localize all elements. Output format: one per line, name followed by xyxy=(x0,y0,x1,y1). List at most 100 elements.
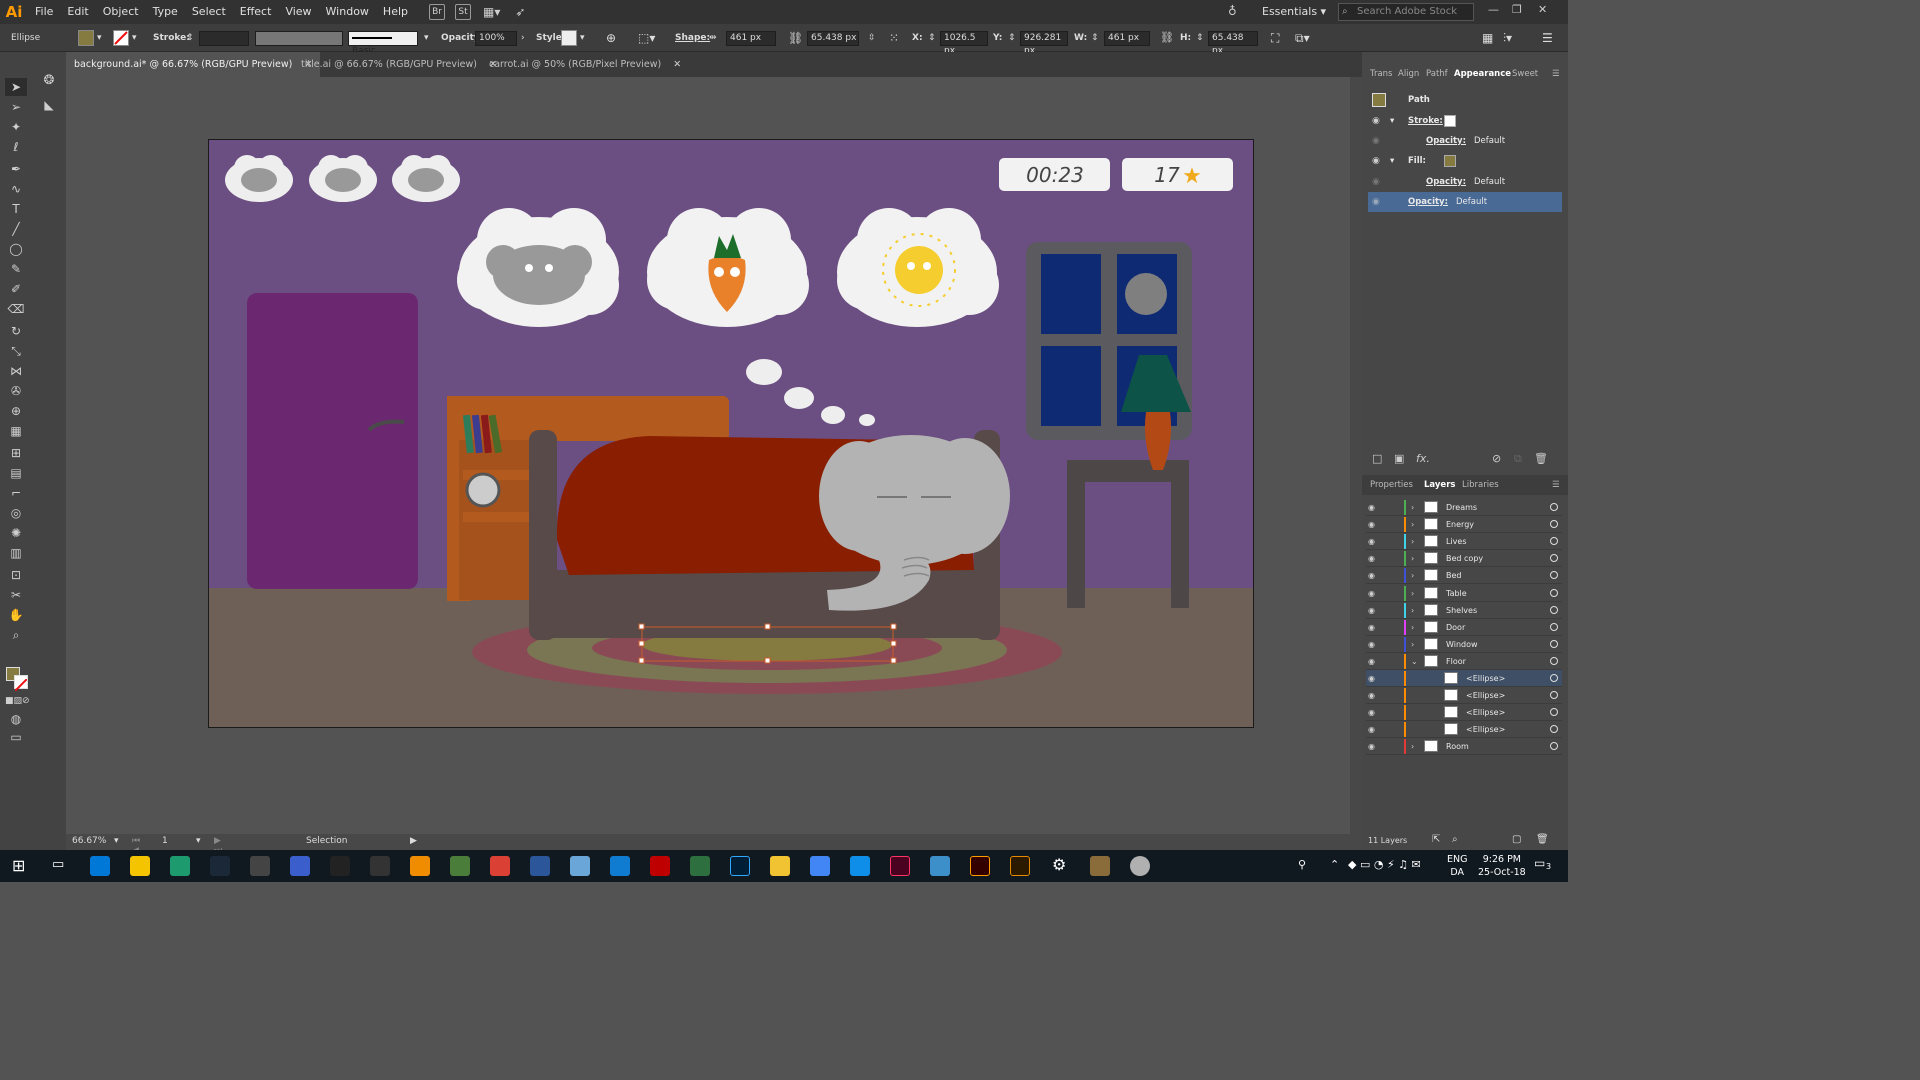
target-circle-icon[interactable] xyxy=(1550,674,1558,682)
chevron-right-icon[interactable]: › xyxy=(1411,499,1414,516)
tab-title[interactable]: title.ai @ 66.67% (RGB/GPU Preview) ✕ xyxy=(293,52,505,77)
menu-file[interactable]: File xyxy=(28,0,60,24)
settings-gear-icon[interactable]: ⚙ xyxy=(1052,855,1066,874)
y-field[interactable]: 926.281 px xyxy=(1020,31,1068,56)
stroke-label[interactable]: Stroke: xyxy=(1408,111,1443,131)
layer-row[interactable]: ◉ <Ellipse> xyxy=(1366,721,1562,739)
eyedropper-tool-icon[interactable]: ⌐ xyxy=(5,484,27,502)
tab-transform[interactable]: Trans xyxy=(1370,64,1392,84)
workspace-switcher[interactable]: Essentials ▾ xyxy=(1262,5,1326,18)
chevron-right-icon[interactable]: › xyxy=(1411,602,1414,619)
line-tool-icon[interactable]: ╱ xyxy=(5,220,27,238)
menu-view[interactable]: View xyxy=(278,0,318,24)
transform-icon[interactable]: ⛶ xyxy=(1271,24,1279,52)
lasso-tool-icon[interactable]: ℓ xyxy=(5,138,27,156)
tab-align[interactable]: Align xyxy=(1398,64,1419,84)
type-tool-icon[interactable]: T xyxy=(5,200,27,218)
panel-menu-icon[interactable]: ☰ xyxy=(1552,475,1560,495)
slice-tool-icon[interactable]: ✂ xyxy=(5,586,27,604)
layer-row[interactable]: ◉ › Window xyxy=(1366,636,1562,653)
clear-appearance-icon[interactable]: ⊘ xyxy=(1492,452,1501,465)
eye-icon[interactable]: ◉ xyxy=(1368,738,1375,755)
layer-row[interactable]: ◉ › Room xyxy=(1366,738,1562,756)
word-app-icon[interactable] xyxy=(530,856,550,876)
tab-background[interactable]: background.ai* @ 66.67% (RGB/GPU Preview… xyxy=(66,52,321,77)
todoist-app-icon[interactable] xyxy=(490,856,510,876)
people-icon[interactable]: ⚲ xyxy=(1298,858,1306,871)
symbol-sprayer-tool-icon[interactable]: ✺ xyxy=(5,524,27,542)
eye-icon[interactable]: ◉ xyxy=(1368,704,1375,721)
chevron-right-icon[interactable]: › xyxy=(1411,636,1414,653)
app-icon[interactable] xyxy=(330,856,350,876)
stroke-dropdown-icon[interactable]: ▾ xyxy=(132,24,137,52)
eye-icon[interactable]: ◉ xyxy=(1372,151,1380,171)
appearance-stroke-row[interactable]: ◉ ▾ Stroke: xyxy=(1368,111,1562,131)
app-icon[interactable] xyxy=(250,856,270,876)
eye-icon[interactable]: ◉ xyxy=(1368,585,1375,602)
tab-swatches[interactable]: Sweet xyxy=(1512,64,1538,84)
new-layer-icon[interactable]: ▢ xyxy=(1512,834,1521,845)
lightbulb-icon[interactable]: ♁ xyxy=(1228,4,1237,18)
indesign-app-icon[interactable] xyxy=(890,856,910,876)
target-circle-icon[interactable] xyxy=(1550,605,1558,614)
duplicate-item-icon[interactable]: ⧉ xyxy=(1514,452,1522,466)
scale-tool-icon[interactable]: ⤡ xyxy=(5,342,27,360)
h-stepper-icon[interactable]: ⇕ xyxy=(1196,24,1204,52)
app-icon[interactable] xyxy=(1090,856,1110,876)
opacity-expand-icon[interactable]: › xyxy=(521,24,525,52)
chevron-right-icon[interactable]: › xyxy=(1411,585,1414,602)
screen-mode-icon[interactable]: ▭ xyxy=(5,728,27,746)
fill-dropdown-icon[interactable]: ▾ xyxy=(97,24,102,52)
target-circle-icon[interactable] xyxy=(1550,691,1558,700)
calculator-app-icon[interactable] xyxy=(370,856,390,876)
add-stroke-icon[interactable]: □ xyxy=(1372,452,1382,465)
layer-row[interactable]: ◉ <Ellipse> xyxy=(1366,670,1562,687)
artboard-number-field[interactable]: 1 xyxy=(162,836,168,846)
opacity-label[interactable]: Opacity: xyxy=(1426,172,1466,192)
tray-icons[interactable]: ◆ ▭ ◔ ⚡ ♫ ✉ xyxy=(1348,858,1421,871)
artboards-panel-icon[interactable]: ◣ xyxy=(38,96,60,114)
graphic-style-swatch[interactable] xyxy=(561,30,577,46)
target-circle-icon[interactable] xyxy=(1550,520,1558,529)
close-window-icon[interactable]: ✕ xyxy=(1538,3,1547,16)
eye-icon[interactable]: ◉ xyxy=(1368,636,1375,653)
menu-type[interactable]: Type xyxy=(146,0,185,24)
windows-start-icon[interactable]: ⊞ xyxy=(12,856,25,875)
menu-effect[interactable]: Effect xyxy=(233,0,279,24)
illustrator-app-icon[interactable] xyxy=(970,856,990,876)
fill-swatch[interactable] xyxy=(1444,155,1456,167)
vlc-app-icon[interactable] xyxy=(410,856,430,876)
shape-builder-tool-icon[interactable]: ⊕ xyxy=(5,402,27,420)
menu-window[interactable]: Window xyxy=(319,0,376,24)
eye-icon[interactable]: ◉ xyxy=(1368,567,1375,584)
taskbar-clock[interactable]: 9:26 PM 25-Oct-18 xyxy=(1478,853,1526,879)
layer-row[interactable]: ◉ › Bed xyxy=(1366,567,1562,585)
selection-tool-icon[interactable]: ➤ xyxy=(5,78,27,96)
hand-tool-icon[interactable]: ✋ xyxy=(5,606,27,624)
h-field[interactable]: 65.438 px xyxy=(1208,31,1258,56)
export-icon[interactable]: ⇱ xyxy=(1432,834,1440,845)
chevron-right-icon[interactable]: › xyxy=(1411,550,1414,567)
photoshop-app-icon[interactable] xyxy=(730,856,750,876)
opacity-label[interactable]: Opacity: xyxy=(1408,192,1448,212)
store-app-icon[interactable] xyxy=(90,856,110,876)
chevron-right-icon[interactable]: › xyxy=(1411,533,1414,550)
width-tool-icon[interactable]: ⋈ xyxy=(5,362,27,380)
x-field[interactable]: 1026.5 px xyxy=(940,31,988,56)
target-circle-icon[interactable] xyxy=(1550,622,1558,631)
layer-row[interactable]: ◉ › Dreams xyxy=(1366,499,1562,516)
status-menu-icon[interactable]: ▶ xyxy=(410,836,417,846)
layer-row[interactable]: ◉ › Energy xyxy=(1366,516,1562,534)
chrome-app-icon[interactable] xyxy=(810,856,830,876)
target-circle-icon[interactable] xyxy=(1550,554,1558,563)
stock-button[interactable]: St xyxy=(455,4,471,20)
tab-pathfinder[interactable]: Pathf xyxy=(1426,64,1448,84)
menu-help[interactable]: Help xyxy=(376,0,415,24)
menu-object[interactable]: Object xyxy=(96,0,146,24)
layer-row[interactable]: ◉ › Shelves xyxy=(1366,602,1562,619)
align-panel-icon[interactable]: ⫶▾ xyxy=(1503,24,1512,52)
fx-icon[interactable]: fx. xyxy=(1416,452,1430,465)
recolor-globe-icon[interactable]: ⊕ xyxy=(606,24,616,52)
eye-icon[interactable]: ◉ xyxy=(1368,499,1375,516)
w-stepper-icon[interactable]: ⇕ xyxy=(1091,24,1099,52)
